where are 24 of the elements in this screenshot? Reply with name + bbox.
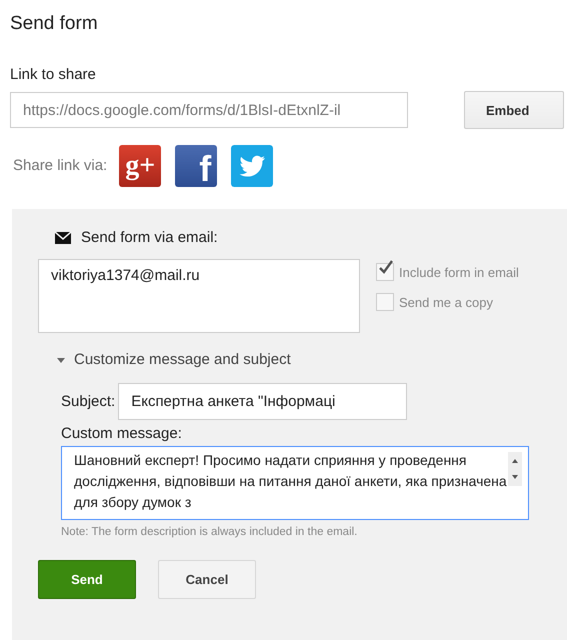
link-field[interactable]: https://docs.google.com/forms/d/1BlsI-dEtxnlZ-il: [10, 92, 408, 128]
checkbox[interactable]: [376, 293, 394, 311]
message-label: Custom message:: [61, 424, 183, 442]
email-heading: Send form via email:: [81, 229, 218, 246]
embed-button[interactable]: Embed: [464, 91, 564, 129]
share-label: Share link via:: [13, 157, 108, 174]
subject-field[interactable]: Експертна анкета "Інформаці: [118, 382, 408, 420]
recipients-field[interactable]: viktoriya1374@mail.ru: [38, 259, 360, 333]
checkbox[interactable]: [376, 263, 394, 281]
send-button[interactable]: Send: [38, 560, 136, 598]
bird-icon[interactable]: [231, 144, 274, 186]
scrollbar-arrows-icon[interactable]: [508, 452, 522, 486]
checkbox-label: Include form in email: [399, 264, 519, 280]
envelope-icon: [55, 232, 71, 244]
link-label: Link to share: [9, 65, 97, 83]
note-text: Note: The form description is always included in the email.: [61, 526, 358, 538]
message-field[interactable]: Шановний експерт! Просимо надати сприяння у проведення дослідження, відповівши на питання даної анкети, яка призначена для збору думок з: [61, 446, 529, 520]
cancel-button[interactable]: Cancel: [158, 560, 256, 598]
subject-label: Subject:: [61, 392, 116, 410]
facebook-icon[interactable]: f: [175, 144, 218, 186]
google-plus-icon[interactable]: g+: [119, 144, 162, 186]
checkbox-label: Send me a copy: [399, 294, 493, 310]
dialog-title: Send form: [9, 12, 99, 36]
customize-toggle[interactable]: Customize message and subject: [56, 351, 291, 368]
